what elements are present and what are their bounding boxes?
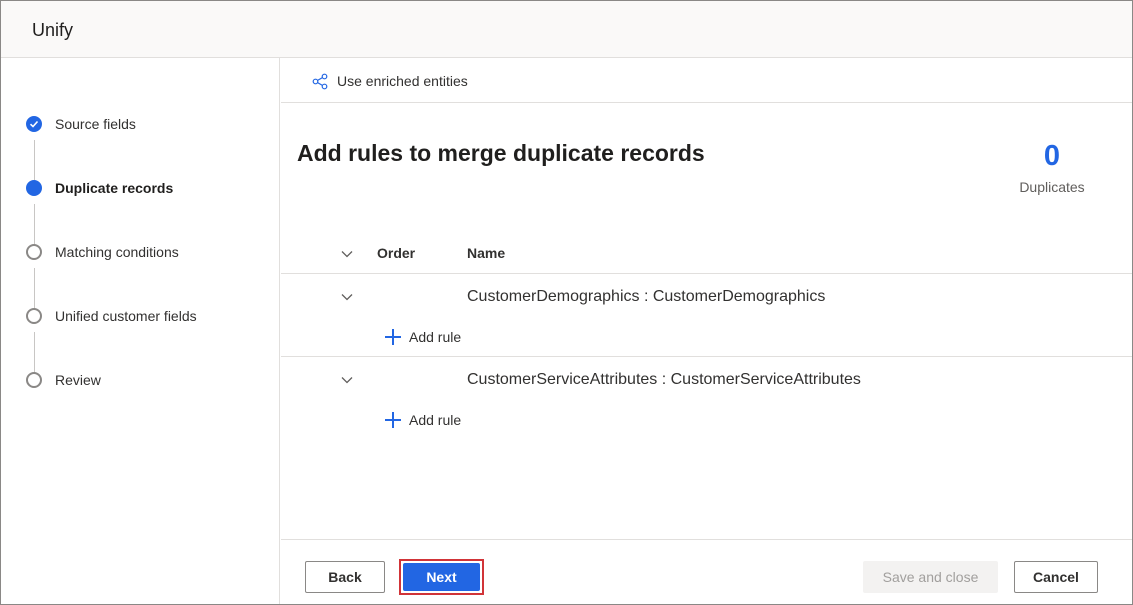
add-rule-label: Add rule: [409, 329, 462, 345]
plus-icon: [385, 329, 401, 345]
save-and-close-button[interactable]: Save and close: [863, 561, 998, 593]
step-label: Duplicate records: [55, 180, 174, 196]
use-enriched-entities-button[interactable]: Use enriched entities: [312, 71, 468, 91]
page-header-title: Unify: [32, 20, 74, 40]
add-rule-label: Add rule: [409, 412, 462, 428]
column-header-name[interactable]: Name: [467, 245, 505, 261]
empty-circle-icon: [26, 308, 42, 324]
step-duplicate-records[interactable]: Duplicate records: [26, 178, 276, 198]
footer-bar: Back Next Save and close Cancel: [281, 539, 1132, 604]
step-matching-conditions[interactable]: Matching conditions: [26, 242, 276, 262]
step-source-fields[interactable]: Source fields: [26, 114, 276, 134]
duplicates-count: 0: [1043, 140, 1061, 172]
next-button-highlight: Next: [399, 559, 484, 595]
page-title: Add rules to merge duplicate records: [297, 140, 705, 166]
step-connector: [34, 204, 35, 246]
step-label: Review: [55, 372, 101, 388]
use-enriched-entities-label: Use enriched entities: [337, 73, 468, 89]
entity-group: CustomerServiceAttributes : CustomerServ…: [281, 357, 1132, 440]
stepper-sidebar: Source fields Duplicate records Matching…: [1, 58, 280, 604]
step-label: Source fields: [55, 116, 136, 132]
empty-circle-icon: [26, 244, 42, 260]
unify-window: Unify Source fields Duplicate records Ma…: [0, 0, 1133, 605]
add-rule-button[interactable]: Add rule: [385, 410, 461, 430]
step-label: Matching conditions: [55, 244, 179, 260]
entity-group-name: CustomerDemographics : CustomerDemograph…: [467, 288, 826, 305]
main-content: Use enriched entities Add rules to merge…: [281, 58, 1132, 604]
step-connector: [34, 332, 35, 374]
next-button[interactable]: Next: [403, 563, 480, 591]
step-connector: [34, 140, 35, 182]
current-step-dot-icon: [26, 180, 42, 196]
chevron-down-icon[interactable]: [340, 373, 354, 387]
entity-group: CustomerDemographics : CustomerDemograph…: [281, 274, 1132, 357]
empty-circle-icon: [26, 372, 42, 388]
plus-icon: [385, 412, 401, 428]
back-button[interactable]: Back: [305, 561, 385, 593]
duplicates-label: Duplicates: [1019, 179, 1085, 195]
command-bar: Use enriched entities: [281, 58, 1132, 103]
add-rule-button[interactable]: Add rule: [385, 327, 461, 347]
step-connector: [34, 268, 35, 310]
check-circle-icon: [26, 116, 42, 132]
entity-group-name: CustomerServiceAttributes : CustomerServ…: [467, 371, 861, 388]
step-label: Unified customer fields: [55, 308, 197, 324]
step-review[interactable]: Review: [26, 370, 276, 390]
chevron-down-icon[interactable]: [340, 247, 354, 261]
chevron-down-icon[interactable]: [340, 290, 354, 304]
column-header-order[interactable]: Order: [377, 245, 415, 261]
cancel-button[interactable]: Cancel: [1014, 561, 1098, 593]
page-header: Unify: [1, 1, 1132, 58]
grid-header: Order Name: [281, 234, 1132, 274]
step-unified-customer-fields[interactable]: Unified customer fields: [26, 306, 276, 326]
share-nodes-icon: [312, 73, 328, 89]
